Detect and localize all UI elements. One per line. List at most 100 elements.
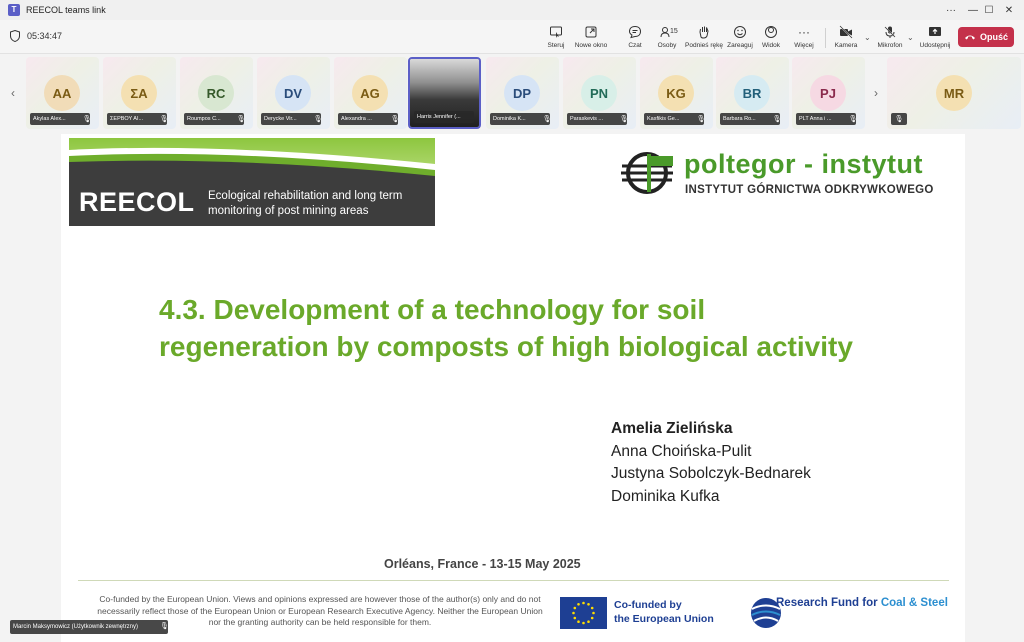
lead-author: Amelia Zielińska (611, 420, 733, 437)
participant-name: Derycke Vir... (261, 113, 321, 125)
control-button[interactable]: Steruj (543, 23, 569, 53)
eu-text-line: Co-funded by (614, 599, 682, 611)
participant-name: Roumpos C... (184, 113, 244, 125)
participant-name: Dominika K... (490, 113, 550, 125)
new-window-button[interactable]: Nowe okno (573, 23, 609, 53)
view-label: Widok (761, 42, 781, 49)
mic-muted-icon: 🎙 (313, 116, 323, 123)
avatar: PN (581, 75, 617, 111)
participant-name: Harris Jennifer (... (414, 111, 474, 123)
participant-name: PLT Anna i ... (796, 113, 856, 125)
poltegor-name: poltegor - instytut (684, 149, 923, 179)
presentation-slide: REECOL Ecological rehabilitation and lon… (61, 134, 965, 642)
participant-tile[interactable]: MR 🎙 (887, 57, 1021, 129)
reecol-subtitle: Ecological rehabilitation and long term … (208, 190, 403, 217)
self-view-name: Marcin Maksymowicz (Użytkownik zewnętrzn… (10, 620, 168, 634)
participant-tile[interactable]: KG Kasfikis Ge... 🎙 (640, 57, 713, 129)
poltegor-subtitle: INSTYTUT GÓRNICTWA ODKRYWKOWEGO (685, 184, 934, 196)
chat-button[interactable]: Czat (623, 23, 647, 53)
participant-tile[interactable]: ΣΑ ΣΕΡΒΟΥ ΑΙ... 🎙 (103, 57, 176, 129)
new-window-label: Nowe okno (574, 42, 608, 49)
strip-next-chevron-icon[interactable]: › (867, 57, 885, 129)
strip-prev-chevron-icon[interactable]: ‹ (4, 57, 22, 129)
mic-muted-icon: 🎙 (619, 116, 629, 123)
avatar: MR (936, 75, 972, 111)
mic-off-icon (883, 25, 897, 39)
microphone-label: Mikrofon (877, 42, 903, 49)
eu-flag-icon (560, 597, 607, 629)
avatar: ΣΑ (121, 75, 157, 111)
participant-tile[interactable]: RC Roumpos C... 🎙 (180, 57, 253, 129)
participant-tile[interactable]: PJ PLT Anna i ... 🎙 (792, 57, 865, 129)
rfcs-text: Research Fund for Coal & Steel (776, 597, 948, 609)
slide-title: 4.3. Development of a technology for soi… (159, 294, 853, 362)
avatar: DP (504, 75, 540, 111)
react-icon (733, 25, 747, 39)
view-button[interactable]: Widok (760, 23, 782, 53)
participant-tile[interactable]: PN Paraskevis ... 🎙 (563, 57, 636, 129)
phone-hangup-icon (964, 35, 975, 40)
participant-name: Alexandra ... (338, 113, 398, 125)
reecol-banner: REECOL Ecological rehabilitation and lon… (69, 138, 435, 226)
microphone-button[interactable]: Mikrofon (876, 23, 904, 53)
eu-text-line: the European Union (614, 613, 714, 625)
camera-off-icon (839, 25, 853, 39)
banner-swoosh-icon (69, 147, 435, 178)
chat-label: Czat (628, 42, 642, 49)
rfcs-text-part: Research Fund for (776, 597, 878, 609)
avatar: RC (198, 75, 234, 111)
meeting-toolbar: 05:34:47 Steruj Nowe okno Czat Osoby 15 … (0, 20, 1024, 54)
share-button[interactable]: Udostępnij (918, 23, 952, 53)
eu-cofunded-text: Co-funded by the European Union (614, 598, 714, 626)
avatar: BR (734, 75, 770, 111)
mic-muted-icon: 🎙 (772, 116, 782, 123)
react-label: Zareaguj (727, 42, 753, 49)
teams-app-icon: T (8, 4, 20, 16)
people-label: Osoby (657, 42, 677, 49)
toolbar-divider (825, 28, 826, 48)
participant-tile[interactable]: AG Alexandra ... 🎙 (334, 57, 407, 129)
more-button[interactable]: ··· Więcej (793, 23, 815, 53)
close-window-button[interactable]: ✕ (992, 0, 1024, 20)
avatar: PJ (810, 75, 846, 111)
rfcs-text-part: Coal & Steel (880, 597, 948, 609)
react-button[interactable]: Zareaguj (727, 23, 753, 53)
mic-muted-icon: 🎙 (696, 116, 706, 123)
title-bar: T REECOL teams link ··· — ☐ ✕ (0, 0, 1024, 20)
avatar: KG (658, 75, 694, 111)
reecol-wordmark: REECOL (79, 187, 195, 217)
leave-label: Opuść (979, 32, 1008, 42)
avatar: DV (275, 75, 311, 111)
leave-button[interactable]: Opuść (958, 27, 1014, 47)
poltegor-logo-icon (618, 152, 676, 194)
participant-tile[interactable]: AA Akylas Alex... 🎙 (26, 57, 99, 129)
banner-green-band (69, 138, 435, 178)
author: Dominika Kufka (611, 487, 720, 505)
view-icon (764, 25, 778, 39)
mic-muted-icon: 🎙 (159, 116, 169, 123)
event-location-date: Orléans, France - 13-15 May 2025 (384, 557, 581, 571)
author: Anna Choińska-Pulit (611, 442, 752, 460)
participant-name: Paraskevis ... (567, 113, 627, 125)
participant-name: ΣΕΡΒΟΥ ΑΙ... (107, 113, 167, 125)
participant-tile-active-speaker[interactable]: Harris Jennifer (... (408, 57, 481, 129)
camera-button[interactable]: Kamera (834, 23, 858, 53)
meeting-timer: 05:34:47 (27, 31, 63, 41)
control-label: Steruj (547, 42, 565, 49)
participant-name: Akylas Alex... (30, 113, 90, 125)
more-label: Więcej (794, 42, 814, 49)
participant-tile[interactable]: DP Dominika K... 🎙 (486, 57, 559, 129)
teams-meeting-window: T REECOL teams link ··· — ☐ ✕ 05:34:47 S… (0, 0, 1024, 642)
more-icon: ··· (798, 25, 810, 39)
raise-hand-button[interactable]: Podnieś rękę (685, 23, 723, 53)
mic-muted-icon: 🎙 (236, 116, 246, 123)
participants-strip: ‹ AA Akylas Alex... 🎙 ΣΑ ΣΕΡΒΟΥ ΑΙ... 🎙 … (0, 55, 1024, 131)
camera-label: Kamera (834, 42, 858, 49)
participant-tile[interactable]: DV Derycke Vir... 🎙 (257, 57, 330, 129)
participant-name: Barbara Ro... (720, 113, 780, 125)
camera-options-chevron-icon[interactable]: ⌄ (864, 33, 871, 42)
share-icon (928, 25, 942, 39)
participant-tile[interactable]: BR Barbara Ro... 🎙 (716, 57, 789, 129)
people-count-badge: 15 (670, 28, 678, 35)
microphone-options-chevron-icon[interactable]: ⌄ (907, 33, 914, 42)
